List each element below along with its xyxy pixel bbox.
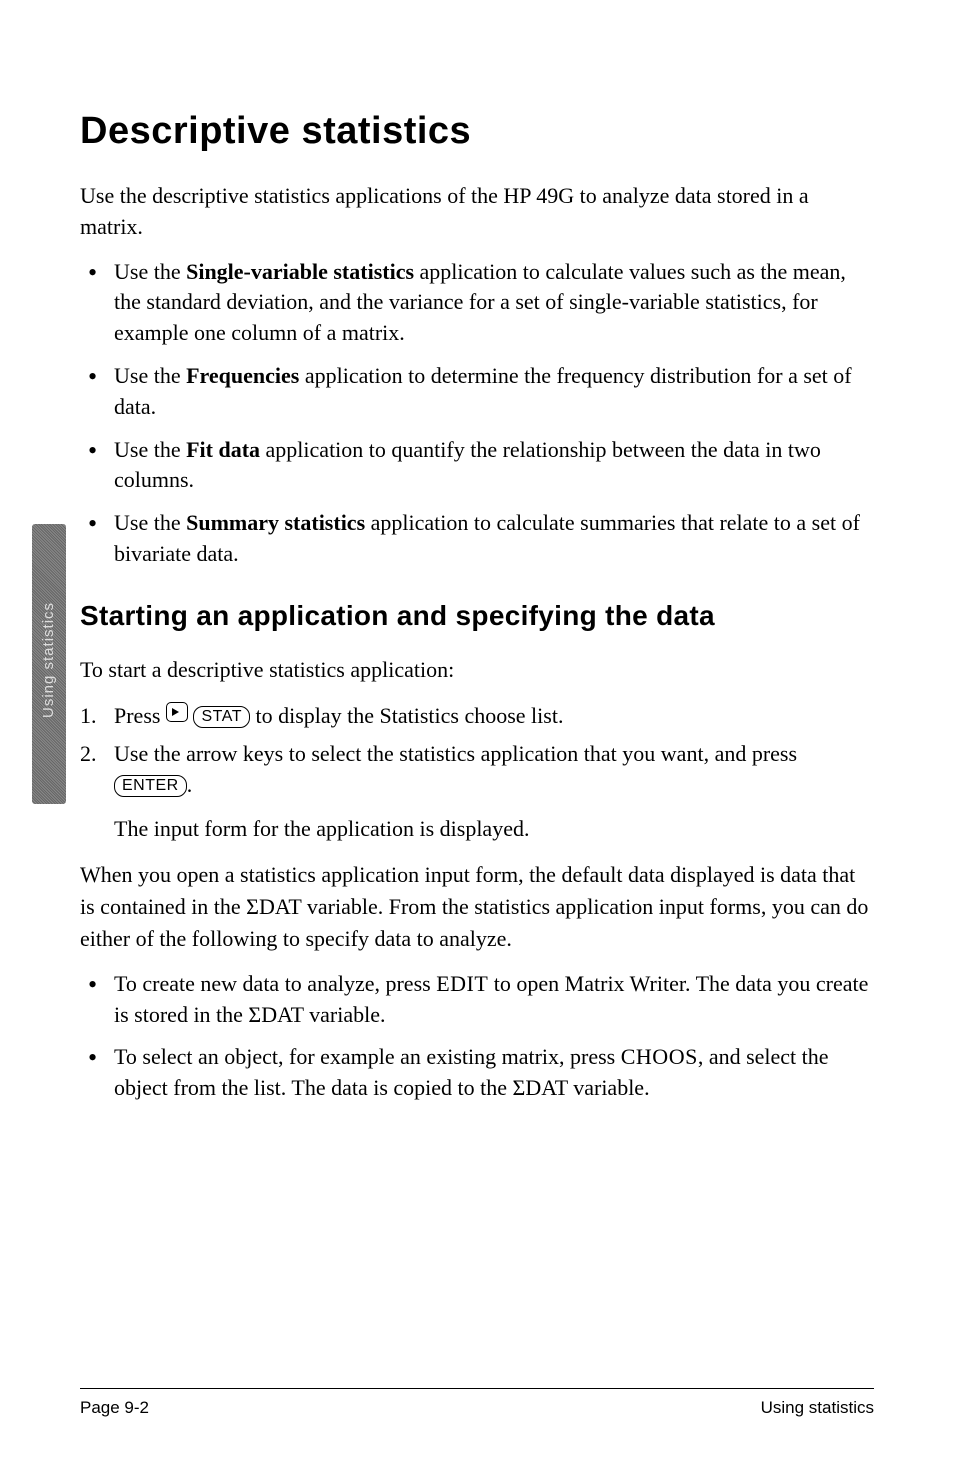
text: To create new data to analyze, press [114,971,436,996]
list-item: To create new data to analyze, press EDI… [80,969,874,1031]
chapter-name: Using statistics [761,1398,874,1418]
bold-term: Frequencies [186,363,299,388]
section-heading: Starting an application and specifying t… [80,600,874,632]
page-title: Descriptive statistics [80,110,874,153]
right-shift-key-icon [166,702,188,722]
intro-paragraph: Use the descriptive statistics applicati… [80,181,874,243]
page-footer: Page 9-2 Using statistics [80,1398,874,1418]
step-item: Press STAT to display the Statistics cho… [80,700,874,732]
bold-term: Single-variable statistics [186,259,414,284]
text: . [187,772,193,797]
step-list: Press STAT to display the Statistics cho… [80,700,874,802]
list-item: To select an object, for example an exis… [80,1042,874,1104]
text: Use the [114,437,186,462]
page-content: Descriptive statistics Use the descripti… [0,0,954,1464]
text: Press [114,703,166,728]
bold-term: Fit data [186,437,260,462]
paragraph: To start a descriptive statistics applic… [80,654,874,686]
bold-term: Summary statistics [186,510,365,535]
text: To select an object, for example an exis… [114,1044,621,1069]
softkey-label: CHOOS [621,1044,698,1069]
feature-list: Use the Single-variable statistics appli… [80,257,874,570]
softkey-label: EDIT [436,971,488,996]
stat-key-icon: STAT [193,706,250,728]
list-item: Use the Summary statistics application t… [80,508,874,570]
step-result: The input form for the application is di… [80,813,874,845]
footer-rule [80,1388,874,1389]
list-item: Use the Frequencies application to deter… [80,361,874,423]
paragraph: When you open a statistics application i… [80,859,874,955]
text: Use the [114,259,186,284]
text: Use the [114,363,186,388]
step-item: Use the arrow keys to select the statist… [80,738,874,802]
text: Use the arrow keys to select the statist… [114,741,797,766]
text: Use the [114,510,186,535]
enter-key-icon: ENTER [114,775,187,797]
list-item: Use the Fit data application to quantify… [80,435,874,497]
option-list: To create new data to analyze, press EDI… [80,969,874,1104]
list-item: Use the Single-variable statistics appli… [80,257,874,349]
text: to display the Statistics choose list. [250,703,563,728]
page-number: Page 9-2 [80,1398,149,1418]
